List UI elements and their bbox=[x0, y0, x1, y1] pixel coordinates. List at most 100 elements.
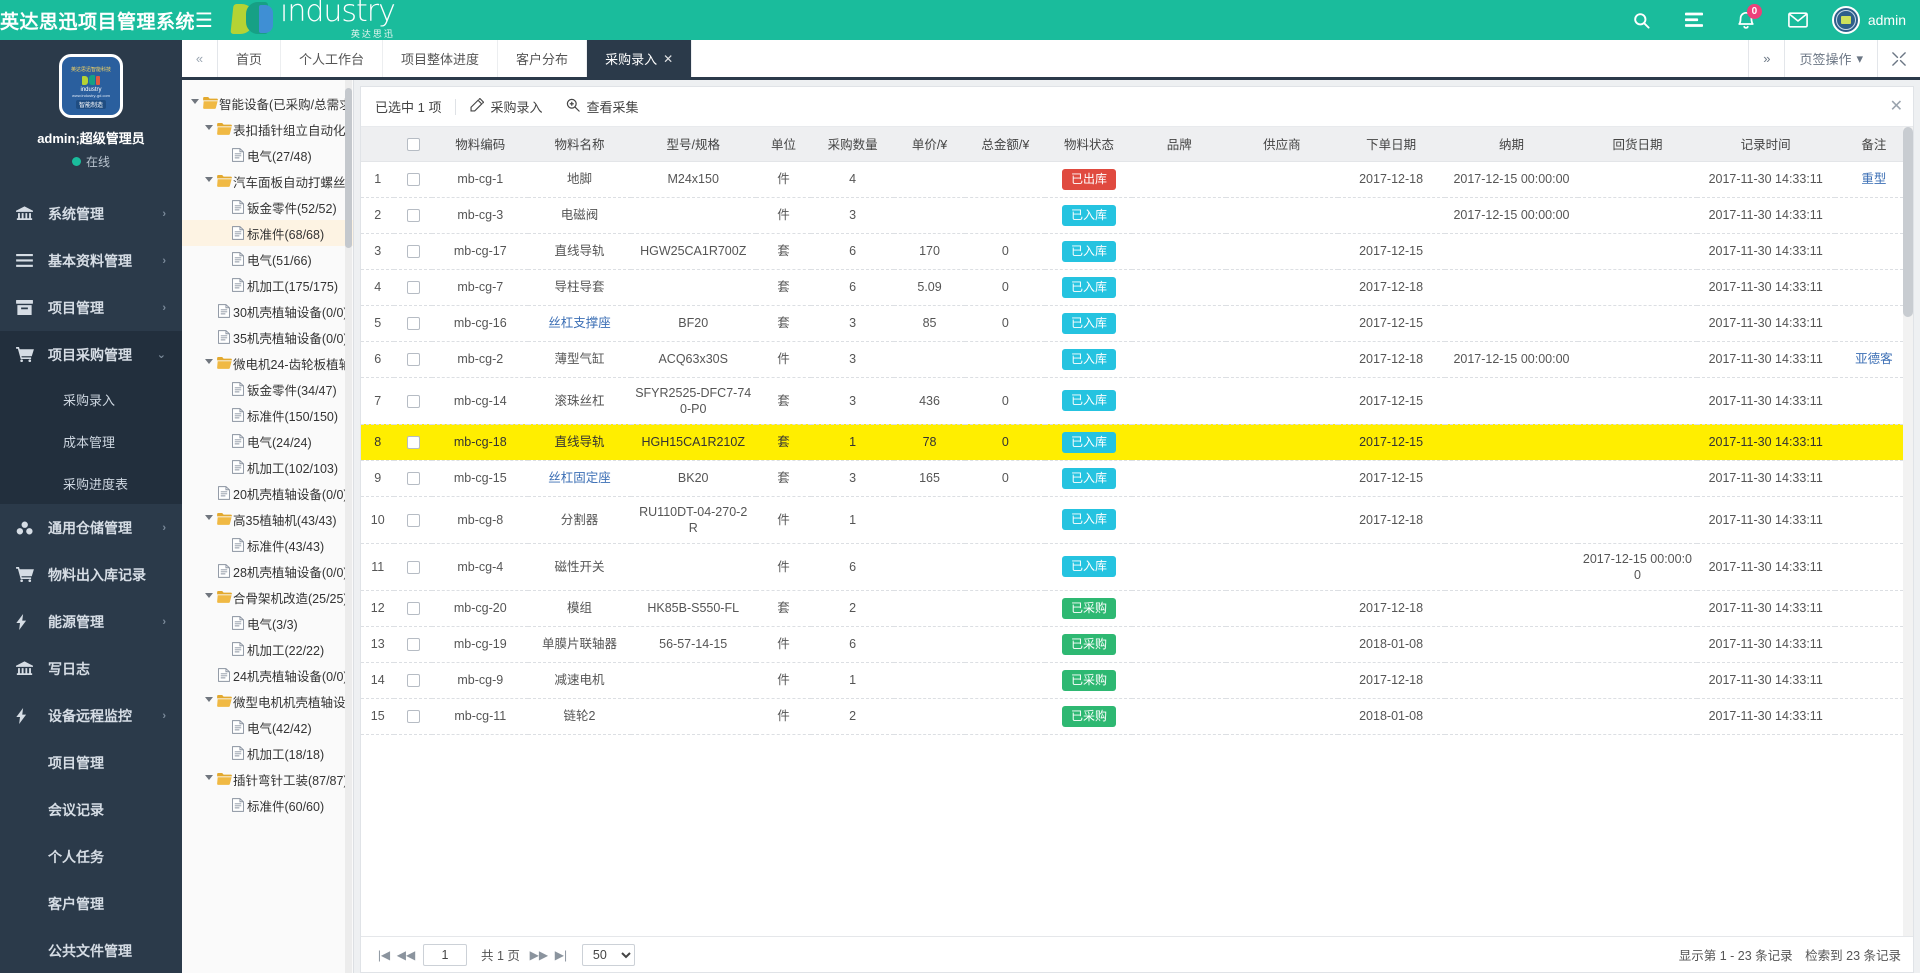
th-brand[interactable]: 品牌 bbox=[1132, 127, 1227, 162]
th-unit[interactable]: 单位 bbox=[755, 127, 812, 162]
tree-toggle-icon[interactable] bbox=[188, 98, 201, 108]
table-row[interactable]: 10 mb-cg-8 分割器 RU110DT-04-270-2R 件 1 已入库 2017-1… bbox=[361, 496, 1913, 544]
search-icon[interactable] bbox=[1616, 0, 1668, 40]
tab-project-progress[interactable]: 项目整体进度 bbox=[383, 40, 499, 77]
row-checkbox[interactable] bbox=[406, 674, 420, 688]
tree-node[interactable]: 机加工(175/175) bbox=[182, 272, 353, 298]
prev-page-icon[interactable]: ◀◀ bbox=[395, 948, 417, 962]
tree-node[interactable]: 智能设备(已采购/总需求) bbox=[182, 90, 353, 116]
tree-toggle-icon[interactable] bbox=[202, 592, 215, 602]
table-row[interactable]: 14 mb-cg-9 减速电机 件 1 已采购 2017-12-18 2017-11-30 1… bbox=[361, 662, 1913, 699]
tab-workbench[interactable]: 个人工作台 bbox=[281, 40, 384, 77]
sidebar-item-personal-task[interactable]: 个人任务 bbox=[0, 833, 182, 880]
tree-node[interactable]: 标准件(43/43) bbox=[182, 532, 353, 558]
row-checkbox[interactable] bbox=[406, 710, 420, 724]
fullscreen-icon[interactable] bbox=[1877, 40, 1920, 77]
sidebar-subitem-purchase-entry[interactable]: 采购录入 bbox=[0, 378, 182, 420]
th-total-amount[interactable]: 总金额/¥ bbox=[965, 127, 1046, 162]
table-row[interactable]: 3 mb-cg-17 直线导轨 HGW25CA1R700Z 套 6 170 0 已入库 2017-… bbox=[361, 233, 1913, 270]
sidebar-item-energy[interactable]: 能源管理 › bbox=[0, 598, 182, 645]
last-page-icon[interactable]: ▶| bbox=[550, 948, 572, 962]
sidebar-item-remote-monitor[interactable]: 设备远程监控 › bbox=[0, 692, 182, 739]
mail-icon[interactable] bbox=[1772, 0, 1824, 40]
tab-home[interactable]: 首页 bbox=[218, 40, 282, 77]
tree-toggle-icon[interactable] bbox=[202, 514, 215, 524]
sidebar-item-procurement[interactable]: 项目采购管理 ⌄ bbox=[0, 331, 182, 378]
user-menu[interactable]: admin bbox=[1824, 6, 1906, 34]
row-checkbox[interactable] bbox=[406, 560, 420, 574]
sidebar-item-system[interactable]: 系统管理 › bbox=[0, 190, 182, 237]
table-row[interactable]: 8 mb-cg-18 直线导轨 HGH15CA1R210Z 套 1 78 0 已入库 2017-1… bbox=[361, 424, 1913, 461]
page-size-select[interactable]: 10203050100 bbox=[581, 943, 635, 966]
th-due-date[interactable]: 纳期 bbox=[1444, 127, 1579, 162]
th-model-spec[interactable]: 型号/规格 bbox=[630, 127, 756, 162]
tree-node[interactable]: 合骨架机改造(25/25) bbox=[182, 584, 353, 610]
page-number-input[interactable] bbox=[423, 943, 467, 966]
row-checkbox[interactable] bbox=[406, 638, 420, 652]
tree-node[interactable]: 电气(42/42) bbox=[182, 714, 353, 740]
table-row[interactable]: 11 mb-cg-4 磁性开关 件 6 已入库 2017-12-15 00:00:00 201… bbox=[361, 543, 1913, 591]
table-row[interactable]: 6 mb-cg-2 薄型气缸 ACQ63x30S 件 3 已入库 2017-12-18 2017… bbox=[361, 341, 1913, 378]
close-icon[interactable]: ✕ bbox=[1890, 96, 1903, 116]
sidebar-item-write-log[interactable]: 写日志 bbox=[0, 645, 182, 692]
tree-node[interactable]: 钣金零件(52/52) bbox=[182, 194, 353, 220]
tree-toggle-icon[interactable] bbox=[202, 696, 215, 706]
table-row[interactable]: 9 mb-cg-15 丝杠固定座 BK20 套 3 165 0 已入库 2017-12-15 201… bbox=[361, 460, 1913, 497]
sidebar-item-project-manage[interactable]: 项目管理 bbox=[0, 739, 182, 786]
sidebar-item-basicdata[interactable]: 基本资料管理 › bbox=[0, 237, 182, 284]
tree-node[interactable]: 20机壳植轴设备(0/0) bbox=[182, 480, 353, 506]
th-order-date[interactable]: 下单日期 bbox=[1337, 127, 1445, 162]
tab-purchase-entry[interactable]: 采购录入 ✕ bbox=[587, 40, 693, 77]
th-material-status[interactable]: 物料状态 bbox=[1045, 127, 1133, 162]
tab-ops-button[interactable]: 页签操作 ▾ bbox=[1784, 40, 1877, 77]
table-row[interactable]: 7 mb-cg-14 滚珠丝杠 SFYR2525-DFC7-740-P0 套 3 436 0 已… bbox=[361, 377, 1913, 425]
select-all-checkbox[interactable] bbox=[406, 137, 420, 151]
row-checkbox[interactable] bbox=[406, 472, 420, 486]
material-name-link[interactable]: 丝杠支撑座 bbox=[548, 316, 611, 330]
table-scrollbar-thumb[interactable] bbox=[1903, 127, 1913, 317]
row-checkbox[interactable] bbox=[406, 173, 420, 187]
purchase-entry-button[interactable]: 采购录入 bbox=[470, 97, 542, 116]
list-icon[interactable] bbox=[1668, 0, 1720, 40]
row-checkbox[interactable] bbox=[406, 394, 420, 408]
tree-node[interactable]: 微型电机机壳植轴设备-2- bbox=[182, 688, 353, 714]
tree-node[interactable]: 标准件(150/150) bbox=[182, 402, 353, 428]
sidebar-item-customer-manage[interactable]: 客户管理 bbox=[0, 880, 182, 927]
sidebar-item-project[interactable]: 项目管理 › bbox=[0, 284, 182, 331]
tree-node[interactable]: 汽车面板自动打螺丝设备 bbox=[182, 168, 353, 194]
tree-node[interactable]: 插针弯针工装(87/87) bbox=[182, 766, 353, 792]
tree-node[interactable]: 35机壳植轴设备(0/0) bbox=[182, 324, 353, 350]
tab-customer-distribution[interactable]: 客户分布 bbox=[498, 40, 588, 77]
double-chevron-right-icon[interactable]: » bbox=[1748, 40, 1784, 77]
th-unit-price[interactable]: 单价/¥ bbox=[893, 127, 966, 162]
material-name-link[interactable]: 丝杠固定座 bbox=[548, 471, 611, 485]
row-checkbox[interactable] bbox=[406, 602, 420, 616]
tree-node[interactable]: 钣金零件(34/47) bbox=[182, 376, 353, 402]
view-collection-button[interactable]: 查看采集 bbox=[566, 97, 639, 116]
tree-node[interactable]: 电气(27/48) bbox=[182, 142, 353, 168]
tree-node[interactable]: 机加工(18/18) bbox=[182, 740, 353, 766]
tree-node[interactable]: 标准件(68/68) bbox=[182, 220, 353, 246]
tree-node[interactable]: 机加工(22/22) bbox=[182, 636, 353, 662]
tree-node[interactable]: 电气(51/66) bbox=[182, 246, 353, 272]
tree-node[interactable]: 高35植轴机(43/43) bbox=[182, 506, 353, 532]
th-arrive-date[interactable]: 回货日期 bbox=[1578, 127, 1697, 162]
tree-node[interactable]: 表扣插针组立自动化(27/48) bbox=[182, 116, 353, 142]
th-note[interactable]: 备注 bbox=[1834, 127, 1913, 162]
tree-toggle-icon[interactable] bbox=[202, 124, 215, 134]
row-checkbox[interactable] bbox=[406, 436, 420, 450]
th-material-name[interactable]: 物料名称 bbox=[528, 127, 631, 162]
tree-node[interactable]: 标准件(60/60) bbox=[182, 792, 353, 818]
tree-node[interactable]: 30机壳植轴设备(0/0) bbox=[182, 298, 353, 324]
table-row[interactable]: 5 mb-cg-16 丝杠支撑座 BF20 套 3 85 0 已入库 2017-12-15 2017… bbox=[361, 305, 1913, 342]
th-record-time[interactable]: 记录时间 bbox=[1696, 127, 1835, 162]
tree-scrollbar-thumb[interactable] bbox=[345, 88, 352, 248]
tree-node[interactable]: 机加工(102/103) bbox=[182, 454, 353, 480]
sidebar-item-meeting-record[interactable]: 会议记录 bbox=[0, 786, 182, 833]
th-supplier[interactable]: 供应商 bbox=[1226, 127, 1338, 162]
table-row[interactable]: 2 mb-cg-3 电磁阀 件 3 已入库 2017-12-15 00:00:00 2017-… bbox=[361, 197, 1913, 234]
th-material-code[interactable]: 物料编码 bbox=[432, 127, 529, 162]
table-row[interactable]: 13 mb-cg-19 单膜片联轴器 56-57-14-15 件 6 已采购 2018-01-… bbox=[361, 626, 1913, 663]
tree-node[interactable]: 24机壳植轴设备(0/0) bbox=[182, 662, 353, 688]
sidebar-subitem-purchase-progress[interactable]: 采购进度表 bbox=[0, 462, 182, 504]
